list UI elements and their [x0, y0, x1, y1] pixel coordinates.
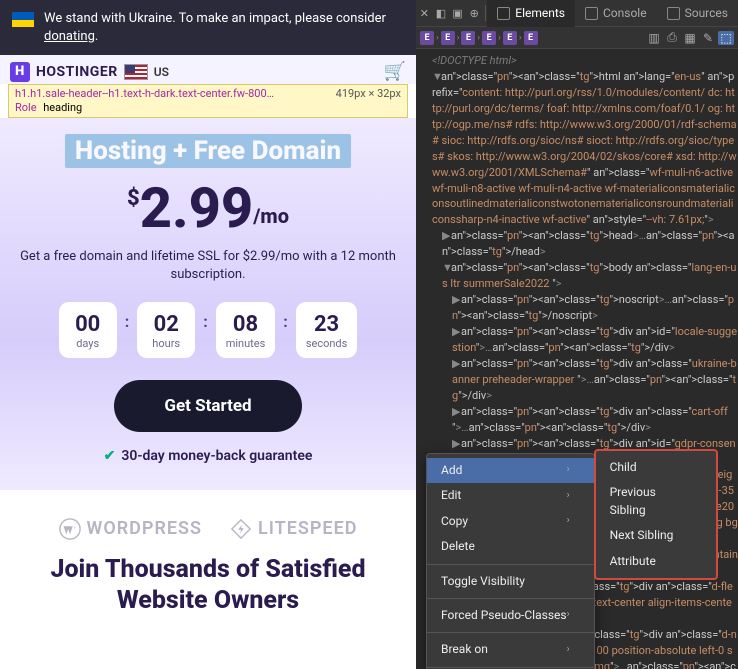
ctx-add-child[interactable]: Child: [596, 455, 716, 480]
partner-logos: WORDPRESS LITESPEED: [0, 490, 416, 550]
litespeed-logo: LITESPEED: [230, 518, 357, 540]
ctx-copy[interactable]: Copy›: [427, 509, 594, 534]
ctx-toggle[interactable]: Toggle Visibility: [427, 569, 594, 594]
tab-console[interactable]: Console: [575, 0, 657, 27]
wordpress-logo: WORDPRESS: [59, 518, 202, 540]
sale-heading: Hosting + Free Domain: [65, 134, 351, 168]
cart-icon[interactable]: 🛒: [384, 61, 406, 82]
console-tab-icon: [585, 7, 598, 20]
tab-elements[interactable]: Elements: [487, 0, 575, 27]
rendered-page: We stand with Ukraine. To make an impact…: [0, 0, 416, 669]
ctx-break[interactable]: Break on›: [427, 637, 594, 662]
settings-icon[interactable]: ⬚: [718, 31, 734, 45]
ctx-add-prev[interactable]: Previous Sibling: [596, 480, 716, 523]
ukraine-banner: We stand with Ukraine. To make an impact…: [0, 0, 416, 55]
price-sub: Get a free domain and lifetime SSL for $…: [16, 248, 400, 284]
timer-minutes: 08minutes: [216, 302, 276, 358]
countdown-timer: 00days : 02hours : 08minutes : 23seconds: [16, 302, 400, 358]
topbar: H HOSTINGER US 🛒: [0, 55, 416, 84]
sources-tab-icon: [667, 7, 680, 20]
ctx-pseudo[interactable]: Forced Pseudo-Classes›: [427, 603, 594, 628]
logo-mark-icon: H: [10, 62, 30, 82]
hero-section: Hosting + Free Domain $ 2.99 /mo Get a f…: [0, 118, 416, 490]
inspector-tooltip: h1.h1.sale-header--h1.text-h-dark.text-c…: [8, 84, 408, 118]
ctx-add-submenu[interactable]: Child Previous Sibling Next Sibling Attr…: [594, 449, 718, 580]
us-flag-icon: [124, 64, 148, 80]
check-icon: ✔: [104, 448, 116, 464]
country-label[interactable]: US: [154, 65, 169, 79]
close-icon[interactable]: ✕: [416, 0, 433, 27]
litespeed-icon: [230, 518, 252, 540]
ctx-add[interactable]: Add› Child Previous Sibling Next Sibling…: [427, 458, 594, 483]
print-icon[interactable]: ⎙: [664, 30, 680, 45]
context-menu[interactable]: Add› Child Previous Sibling Next Sibling…: [426, 453, 595, 669]
brand-name: HOSTINGER: [36, 64, 118, 80]
brush-icon[interactable]: ✎: [700, 31, 716, 45]
banner-text: We stand with Ukraine. To make an impact…: [44, 10, 404, 45]
ukraine-flag-icon: [12, 12, 34, 27]
wordpress-icon: [59, 518, 81, 540]
satisfied-heading: Join Thousands of Satisfied Website Owne…: [0, 550, 416, 633]
inspect-icon[interactable]: ▣: [449, 0, 466, 27]
timer-days: 00days: [59, 302, 117, 358]
devtools-toolbar: ✕ ◧ ▣ ⊕ Elements Console Sources: [416, 0, 738, 27]
price: $ 2.99 /mo: [16, 180, 400, 236]
device-icon[interactable]: ⊕: [466, 0, 483, 27]
ctx-add-attr[interactable]: Attribute: [596, 549, 716, 574]
ctx-edit[interactable]: Edit›: [427, 483, 594, 508]
ctx-add-next[interactable]: Next Sibling: [596, 523, 716, 548]
devtools-panel: ✕ ◧ ▣ ⊕ Elements Console Sources E›E›E›E…: [416, 0, 738, 669]
paint-icon[interactable]: ▦: [682, 31, 698, 45]
brand-logo[interactable]: H HOSTINGER: [10, 62, 118, 82]
elements-tab-icon: [497, 7, 510, 20]
layout-icon[interactable]: ▥: [646, 31, 662, 45]
dock-icon[interactable]: ◧: [433, 0, 450, 27]
dom-tree[interactable]: <!DOCTYPE html>▼an">class="pn"><an">clas…: [416, 49, 738, 669]
tab-sources[interactable]: Sources: [657, 0, 738, 27]
ctx-delete[interactable]: Delete: [427, 534, 594, 559]
get-started-button[interactable]: Get Started: [114, 380, 301, 432]
timer-hours: 02hours: [137, 302, 195, 358]
guarantee-text: ✔30-day money-back guarantee: [16, 448, 400, 464]
devtools-breadcrumb[interactable]: E›E›E›E›E›E ▥ ⎙ ▦ ✎ ⬚: [416, 27, 738, 49]
timer-seconds: 23seconds: [296, 302, 358, 358]
donate-link[interactable]: donating: [44, 29, 95, 44]
